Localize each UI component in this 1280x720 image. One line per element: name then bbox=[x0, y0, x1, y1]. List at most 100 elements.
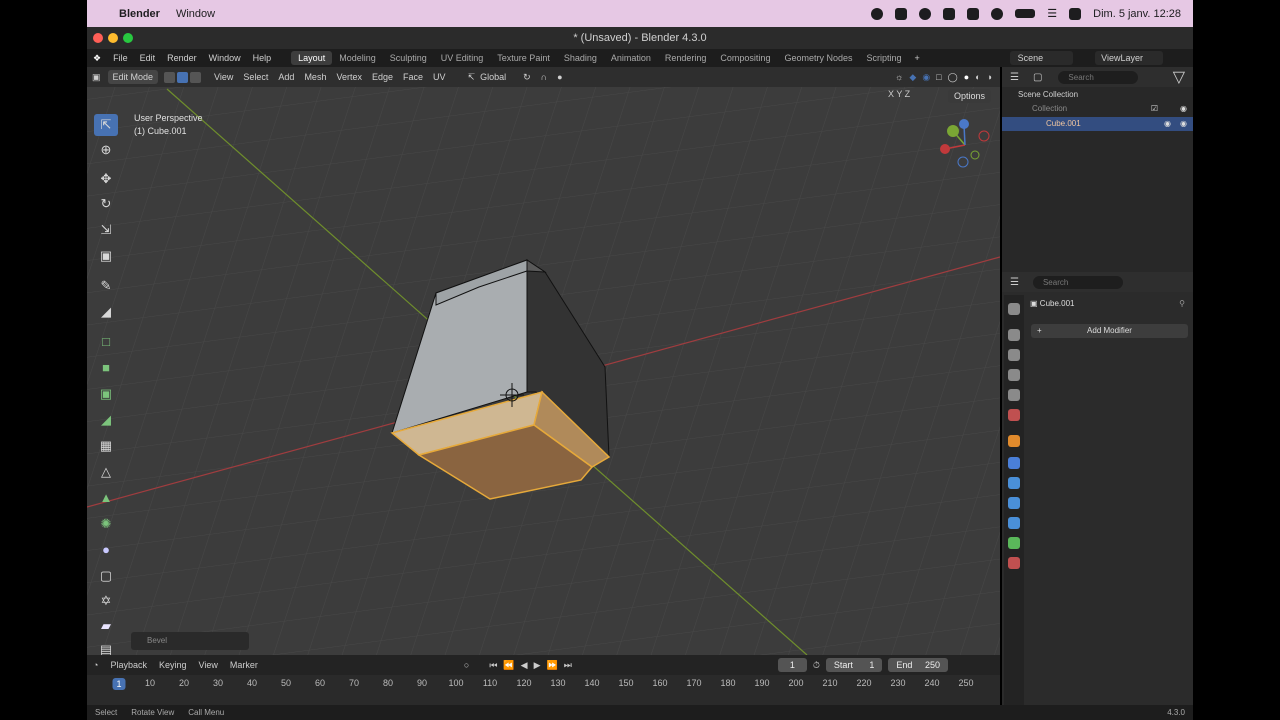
prev-keyframe-icon[interactable]: ⏪ bbox=[497, 660, 520, 671]
last-operator-panel[interactable]: Bevel bbox=[131, 632, 249, 650]
xray-icon[interactable]: □ bbox=[936, 72, 941, 83]
add-modifier-button[interactable]: + Add Modifier bbox=[1031, 324, 1188, 338]
gamepad-icon[interactable] bbox=[967, 7, 980, 20]
add-workspace-icon[interactable]: + bbox=[909, 53, 926, 63]
drive-icon[interactable] bbox=[943, 7, 956, 20]
tab-rendering[interactable]: Rendering bbox=[658, 51, 714, 65]
loop-cut-tool-icon[interactable]: ▦ bbox=[94, 435, 118, 457]
outliner-search[interactable]: Search bbox=[1058, 70, 1139, 84]
add-cube-tool-icon[interactable]: □ bbox=[94, 331, 118, 353]
pin-icon[interactable]: ⚲ bbox=[1179, 299, 1185, 308]
solid-shading-icon[interactable]: ● bbox=[964, 72, 969, 83]
tool-tab-icon[interactable] bbox=[1008, 303, 1020, 315]
vp-menu-face[interactable]: Face bbox=[398, 72, 428, 82]
overlay-icon[interactable]: ◉ bbox=[922, 72, 930, 83]
menubar-window[interactable]: Window bbox=[176, 8, 215, 20]
3d-viewport[interactable] bbox=[87, 67, 1000, 655]
annotate-tool-icon[interactable]: ✎ bbox=[94, 275, 118, 297]
mode-selector[interactable]: Edit Mode bbox=[107, 70, 159, 84]
timer-icon[interactable]: ⏱ bbox=[807, 660, 826, 671]
constraints-tab-icon[interactable] bbox=[1008, 517, 1020, 529]
vp-menu-uv[interactable]: UV bbox=[428, 72, 451, 82]
vp-menu-vertex[interactable]: Vertex bbox=[331, 72, 367, 82]
viewlayer-selector[interactable]: ViewLayer bbox=[1095, 51, 1163, 65]
poly-build-tool-icon[interactable]: ▲ bbox=[94, 487, 118, 509]
scene-selector[interactable]: Scene bbox=[1009, 51, 1074, 65]
data-tab-icon[interactable] bbox=[1008, 537, 1020, 549]
scale-tool-icon[interactable]: ⇲ bbox=[94, 219, 118, 241]
options-button[interactable]: Options bbox=[948, 89, 992, 103]
modifier-tab-icon[interactable] bbox=[1008, 457, 1020, 469]
current-frame-field[interactable]: 1 bbox=[777, 658, 807, 672]
next-keyframe-icon[interactable]: ⏩ bbox=[546, 660, 557, 671]
battery-icon[interactable] bbox=[1015, 9, 1036, 18]
tab-animation[interactable]: Animation bbox=[604, 51, 658, 65]
menu-render[interactable]: Render bbox=[161, 53, 203, 63]
cursor-tool-icon[interactable]: ⊕ bbox=[94, 139, 118, 161]
filter-icon[interactable]: ▽ bbox=[1173, 67, 1185, 87]
edge-slide-tool-icon[interactable]: ▢ bbox=[94, 565, 118, 587]
tl-menu-playback[interactable]: Playback bbox=[104, 660, 153, 670]
cube-visibility-icon[interactable]: ◉ bbox=[1164, 117, 1171, 131]
cube-render-icon[interactable]: ◉ bbox=[1180, 117, 1187, 131]
zoom-window-button[interactable] bbox=[123, 33, 133, 43]
edge-select-icon[interactable] bbox=[177, 71, 189, 83]
mirror-axes[interactable]: X Y Z bbox=[888, 89, 910, 99]
current-frame-marker[interactable]: 1 bbox=[112, 678, 126, 690]
transform-tool-icon[interactable]: ▣ bbox=[94, 245, 118, 267]
menu-file[interactable]: File bbox=[107, 53, 134, 63]
wifi-icon[interactable]: ☰ bbox=[1047, 7, 1057, 20]
select-box-tool-icon[interactable]: ⇱ bbox=[94, 114, 118, 136]
capcut-icon[interactable] bbox=[895, 7, 908, 20]
editor-type-icon[interactable]: ▣ bbox=[87, 72, 106, 83]
visibility-icon[interactable]: ☼ bbox=[895, 72, 903, 83]
spin-tool-icon[interactable]: ✺ bbox=[94, 513, 118, 535]
smooth-tool-icon[interactable]: ● bbox=[94, 539, 118, 561]
outliner-editor-icon[interactable]: ☰ bbox=[1010, 72, 1019, 83]
tab-geometry-nodes[interactable]: Geometry Nodes bbox=[777, 51, 859, 65]
menubar-clock[interactable]: Dim. 5 janv. 12:28 bbox=[1093, 8, 1181, 20]
output-tab-icon[interactable] bbox=[1008, 349, 1020, 361]
menu-help[interactable]: Help bbox=[247, 53, 278, 63]
menu-edit[interactable]: Edit bbox=[134, 53, 162, 63]
orientation-selector[interactable]: Global bbox=[480, 72, 506, 82]
play-reverse-icon[interactable]: ◀ bbox=[521, 660, 528, 671]
menu-window[interactable]: Window bbox=[203, 53, 247, 63]
bevel-tool-icon[interactable]: ◢ bbox=[94, 409, 118, 431]
close-window-button[interactable] bbox=[93, 33, 103, 43]
tl-menu-marker[interactable]: Marker bbox=[224, 660, 264, 670]
vp-menu-view[interactable]: View bbox=[209, 72, 238, 82]
collection-checkbox-icon[interactable]: ☑ bbox=[1151, 102, 1158, 116]
end-frame-field[interactable]: End 250 bbox=[888, 658, 948, 672]
rotate-tool-icon[interactable]: ↻ bbox=[94, 193, 118, 215]
tl-menu-view[interactable]: View bbox=[193, 660, 224, 670]
openai-icon[interactable] bbox=[919, 7, 932, 20]
tab-uv-editing[interactable]: UV Editing bbox=[434, 51, 491, 65]
material-tab-icon[interactable] bbox=[1008, 557, 1020, 569]
vp-menu-add[interactable]: Add bbox=[273, 72, 299, 82]
timeline-editor-icon[interactable]: ◔ bbox=[87, 660, 104, 670]
autokey-icon[interactable]: ○ bbox=[464, 660, 469, 670]
proportional-edit-icon[interactable]: ● bbox=[552, 72, 567, 82]
play-icon[interactable]: ▶ bbox=[528, 660, 547, 671]
shrink-fatten-tool-icon[interactable]: ✡ bbox=[94, 590, 118, 612]
material-shading-icon[interactable]: ◐ bbox=[975, 72, 980, 83]
snap-icon[interactable]: ∩ bbox=[536, 72, 552, 82]
play-circle-icon[interactable] bbox=[991, 7, 1004, 20]
tab-modeling[interactable]: Modeling bbox=[332, 51, 383, 65]
face-select-icon[interactable] bbox=[190, 71, 202, 83]
jump-end-icon[interactable]: ⏭ bbox=[558, 660, 578, 671]
vp-menu-edge[interactable]: Edge bbox=[367, 72, 398, 82]
tab-texture-paint[interactable]: Texture Paint bbox=[490, 51, 557, 65]
gizmo-icon[interactable]: ◆ bbox=[909, 72, 916, 83]
orientation-icon[interactable]: ↸ bbox=[463, 72, 481, 83]
particles-tab-icon[interactable] bbox=[1008, 477, 1020, 489]
minimize-window-button[interactable] bbox=[108, 33, 118, 43]
outliner-cube[interactable]: Cube.001 ◉ ◉ bbox=[1002, 117, 1193, 131]
tab-scripting[interactable]: Scripting bbox=[859, 51, 908, 65]
tab-sculpting[interactable]: Sculpting bbox=[383, 51, 434, 65]
outliner-scene-collection[interactable]: Scene Collection bbox=[1002, 88, 1193, 102]
inset-tool-icon[interactable]: ▣ bbox=[94, 383, 118, 405]
vp-menu-select[interactable]: Select bbox=[238, 72, 273, 82]
outliner-collection[interactable]: Collection ☑ ◉ bbox=[1002, 102, 1193, 116]
